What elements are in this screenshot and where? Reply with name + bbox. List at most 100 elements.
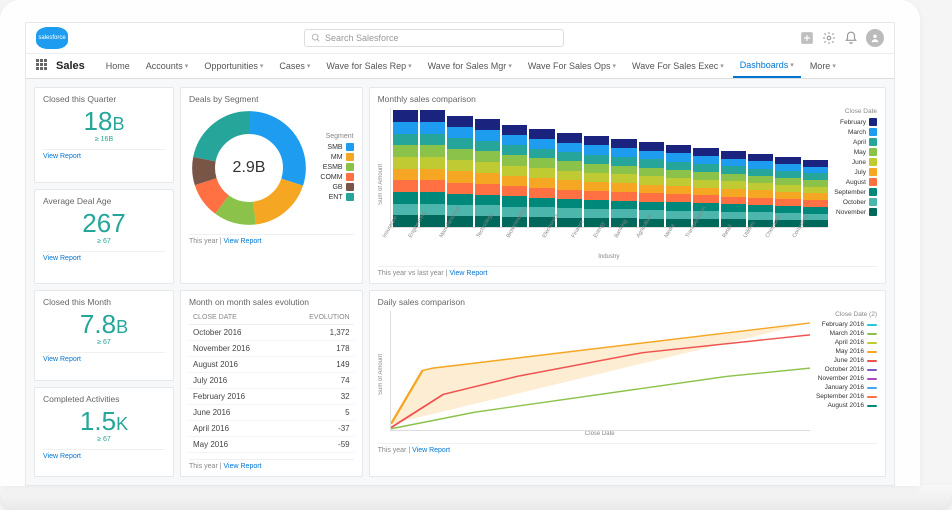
- footer-pre: This year vs last year |: [378, 270, 450, 277]
- bar-column: [803, 110, 828, 227]
- bell-icon[interactable]: [844, 31, 858, 45]
- nav-item-wave-for-sales-exec[interactable]: Wave For Sales Exec▾: [625, 54, 731, 78]
- donut-chart: 2.9B: [189, 108, 309, 228]
- metric-value: 1.5K: [43, 408, 165, 434]
- nav-item-wave-for-sales-mgr[interactable]: Wave for Sales Mgr▾: [421, 54, 519, 78]
- legend-item: January 2016: [816, 384, 877, 391]
- nav-item-opportunities[interactable]: Opportunities▾: [197, 54, 270, 78]
- card-title: Closed this Quarter: [43, 94, 165, 104]
- nav-item-wave-for-sales-ops[interactable]: Wave For Sales Ops▾: [521, 54, 623, 78]
- metric-value: 18B: [43, 108, 165, 134]
- search-icon: [311, 33, 321, 43]
- bar-column: [420, 110, 445, 227]
- x-axis-label: Industry: [390, 254, 829, 260]
- legend-item: February: [834, 118, 877, 126]
- legend-item: November 2016: [816, 375, 877, 382]
- card-title: Average Deal Age: [43, 196, 165, 206]
- view-report-link[interactable]: View Report: [43, 153, 81, 160]
- app-name: Sales: [56, 60, 85, 72]
- bar-column: [529, 110, 554, 227]
- avatar[interactable]: [866, 29, 884, 47]
- bar-column: [721, 110, 746, 227]
- legend-item: October 2016: [816, 366, 877, 373]
- bar-column: [393, 110, 418, 227]
- legend-item: April: [834, 138, 877, 146]
- legend-item: June 2016: [816, 357, 877, 364]
- nav-item-wave-for-sales-rep[interactable]: Wave for Sales Rep▾: [319, 54, 418, 78]
- chevron-down-icon: ▾: [185, 62, 189, 70]
- legend-item: MM: [320, 153, 353, 161]
- add-icon[interactable]: [800, 31, 814, 45]
- chevron-down-icon: ▾: [408, 62, 412, 70]
- nav-item-cases[interactable]: Cases▾: [272, 54, 317, 78]
- card-title: Closed this Month: [43, 297, 165, 307]
- legend-item: November: [834, 208, 877, 216]
- gear-icon[interactable]: [822, 31, 836, 45]
- view-report-link[interactable]: View Report: [43, 255, 81, 262]
- legend-item: May: [834, 148, 877, 156]
- legend-item: September: [834, 188, 877, 196]
- view-report-link[interactable]: View Report: [224, 238, 262, 245]
- view-report-link[interactable]: View Report: [43, 356, 81, 363]
- legend-title: Segment: [320, 133, 353, 140]
- card-title: Month on month sales evolution: [189, 297, 354, 307]
- bar-column: [475, 110, 500, 227]
- nav-item-dashboards[interactable]: Dashboards▾: [733, 54, 801, 78]
- table-row[interactable]: August 2016149: [189, 357, 354, 373]
- metric-sub: ≥ 67: [43, 339, 165, 346]
- legend-item: October: [834, 198, 877, 206]
- card-daily-comparison: Daily sales comparison Sum of Amount Clo…: [369, 290, 886, 477]
- legend-item: July: [834, 168, 877, 176]
- card-evolution: Month on month sales evolution CLOSE DAT…: [180, 290, 363, 477]
- table-row[interactable]: April 2016-37: [189, 421, 354, 437]
- metric-sub: ≥ 67: [43, 238, 165, 245]
- footer-pre: This year |: [189, 463, 224, 470]
- search-input[interactable]: Search Salesforce: [304, 29, 564, 47]
- metric-sub: ≥ 16B: [43, 136, 165, 143]
- legend-item: GB: [320, 183, 353, 191]
- dashboard-grid: Closed this Quarter 18B ≥ 16B View Repor…: [26, 79, 894, 485]
- legend-item: ESMB: [320, 163, 353, 171]
- legend-item: COMM: [320, 173, 353, 181]
- x-axis-label: Close Date: [390, 431, 810, 437]
- table-row[interactable]: February 201632: [189, 389, 354, 405]
- card-title: Monthly sales comparison: [378, 94, 877, 104]
- card-title: Deals by Segment: [189, 94, 354, 104]
- table-row[interactable]: July 201674: [189, 373, 354, 389]
- table-row[interactable]: October 20161,372: [189, 325, 354, 341]
- metric-value: 7.8B: [43, 311, 165, 337]
- legend-title: Close Date (2): [816, 311, 877, 318]
- legend-item: March: [834, 128, 877, 136]
- app-launcher-icon[interactable]: [36, 59, 50, 73]
- donut-center-value: 2.9B: [233, 159, 266, 177]
- legend-title: Close Date: [834, 108, 877, 115]
- view-report-link[interactable]: View Report: [43, 453, 81, 460]
- card-title: Completed Activities: [43, 394, 165, 404]
- card-closed-month: Closed this Month 7.8B ≥ 67 View Report: [34, 290, 174, 381]
- card-closed-quarter: Closed this Quarter 18B ≥ 16B View Repor…: [34, 87, 174, 183]
- card-completed-activities: Completed Activities 1.5K ≥ 67 View Repo…: [34, 387, 174, 478]
- table-row[interactable]: May 2016-59: [189, 437, 354, 453]
- view-report-link[interactable]: View Report: [412, 447, 450, 454]
- legend-item: SMB: [320, 143, 353, 151]
- legend-item: ENT: [320, 193, 353, 201]
- bar-column: [584, 110, 609, 227]
- view-report-link[interactable]: View Report: [449, 270, 487, 277]
- table-row[interactable]: November 2016178: [189, 341, 354, 357]
- nav-item-home[interactable]: Home: [99, 54, 137, 78]
- legend-item: May 2016: [816, 348, 877, 355]
- nav-item-accounts[interactable]: Accounts▾: [139, 54, 196, 78]
- legend-item: August: [834, 178, 877, 186]
- legend-item: March 2016: [816, 330, 877, 337]
- card-avg-deal-age: Average Deal Age 267 ≥ 67 View Report: [34, 189, 174, 285]
- table-row[interactable]: June 20165: [189, 405, 354, 421]
- chevron-down-icon: ▾: [720, 62, 724, 70]
- navbar: Sales HomeAccounts▾Opportunities▾Cases▾W…: [26, 54, 894, 79]
- table-header: CLOSE DATE: [189, 311, 283, 325]
- card-monthly-comparison: Monthly sales comparison Sum of Amount I…: [369, 87, 886, 284]
- chevron-down-icon: ▾: [260, 62, 264, 70]
- card-title: Daily sales comparison: [378, 297, 877, 307]
- nav-item-more[interactable]: More▾: [803, 54, 843, 78]
- global-header: salesforce Search Salesforce: [26, 23, 894, 54]
- view-report-link[interactable]: View Report: [224, 463, 262, 470]
